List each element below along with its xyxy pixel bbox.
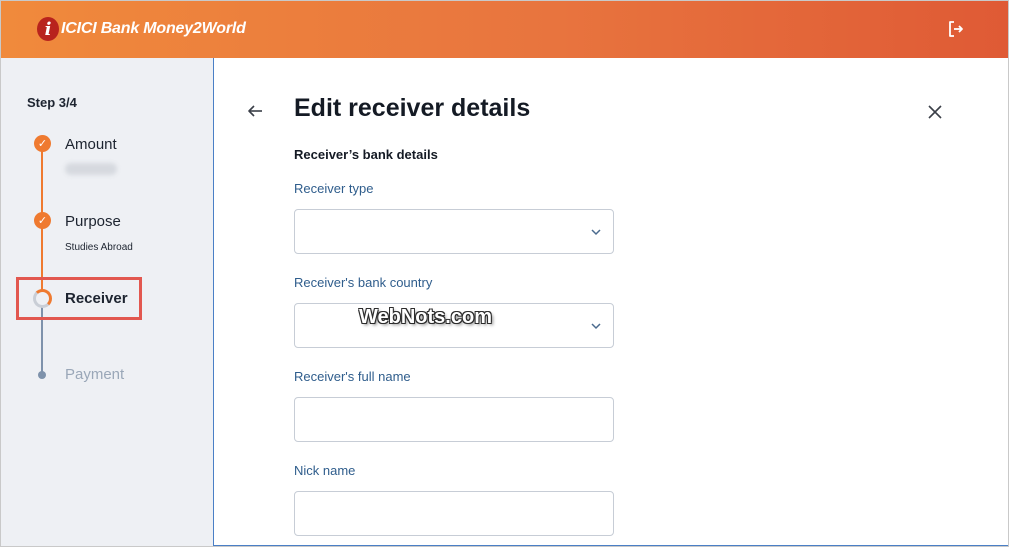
highlight-box xyxy=(16,277,142,320)
brand-logo: i ICICI Bank Money2World xyxy=(37,15,246,43)
step-counter: Step 3/4 xyxy=(27,95,77,110)
panel-divider xyxy=(213,58,214,128)
full-name-input[interactable] xyxy=(294,397,614,442)
full-name-label: Receiver's full name xyxy=(294,369,411,384)
receiver-type-label: Receiver type xyxy=(294,181,374,196)
app-header: i ICICI Bank Money2World xyxy=(1,1,1008,58)
logout-icon[interactable] xyxy=(947,20,965,38)
bank-country-label: Receiver's bank country xyxy=(294,275,433,290)
step-payment: Payment xyxy=(65,366,125,383)
step-purpose[interactable]: Purpose xyxy=(65,213,121,230)
icici-logo-icon: i xyxy=(37,17,59,41)
nick-name-label: Nick name xyxy=(294,463,356,478)
check-icon: ✓ xyxy=(34,212,51,229)
blurred-amount xyxy=(65,163,117,175)
watermark: WebNots.com xyxy=(359,306,492,328)
step-amount[interactable]: Amount xyxy=(65,136,117,153)
chevron-down-icon xyxy=(591,229,601,236)
page-title: Edit receiver details xyxy=(294,94,531,122)
close-icon[interactable] xyxy=(927,104,943,120)
section-heading: Receiver’s bank details xyxy=(294,147,438,162)
step-purpose-value: Studies Abroad xyxy=(65,242,133,253)
pending-step-icon xyxy=(38,371,46,379)
chevron-down-icon xyxy=(591,323,601,330)
panel-divider xyxy=(213,128,214,546)
progress-sidebar: Step 3/4 ✓ Amount ✓ Purpose Studies Abro… xyxy=(1,58,214,546)
nick-name-input[interactable] xyxy=(294,491,614,536)
check-icon: ✓ xyxy=(34,135,51,152)
app-window: i ICICI Bank Money2World Step 3/4 ✓ Amou… xyxy=(0,0,1009,547)
back-arrow-icon[interactable] xyxy=(246,103,264,119)
receiver-type-select[interactable] xyxy=(294,209,614,254)
brand-name: ICICI Bank Money2World xyxy=(61,20,246,37)
